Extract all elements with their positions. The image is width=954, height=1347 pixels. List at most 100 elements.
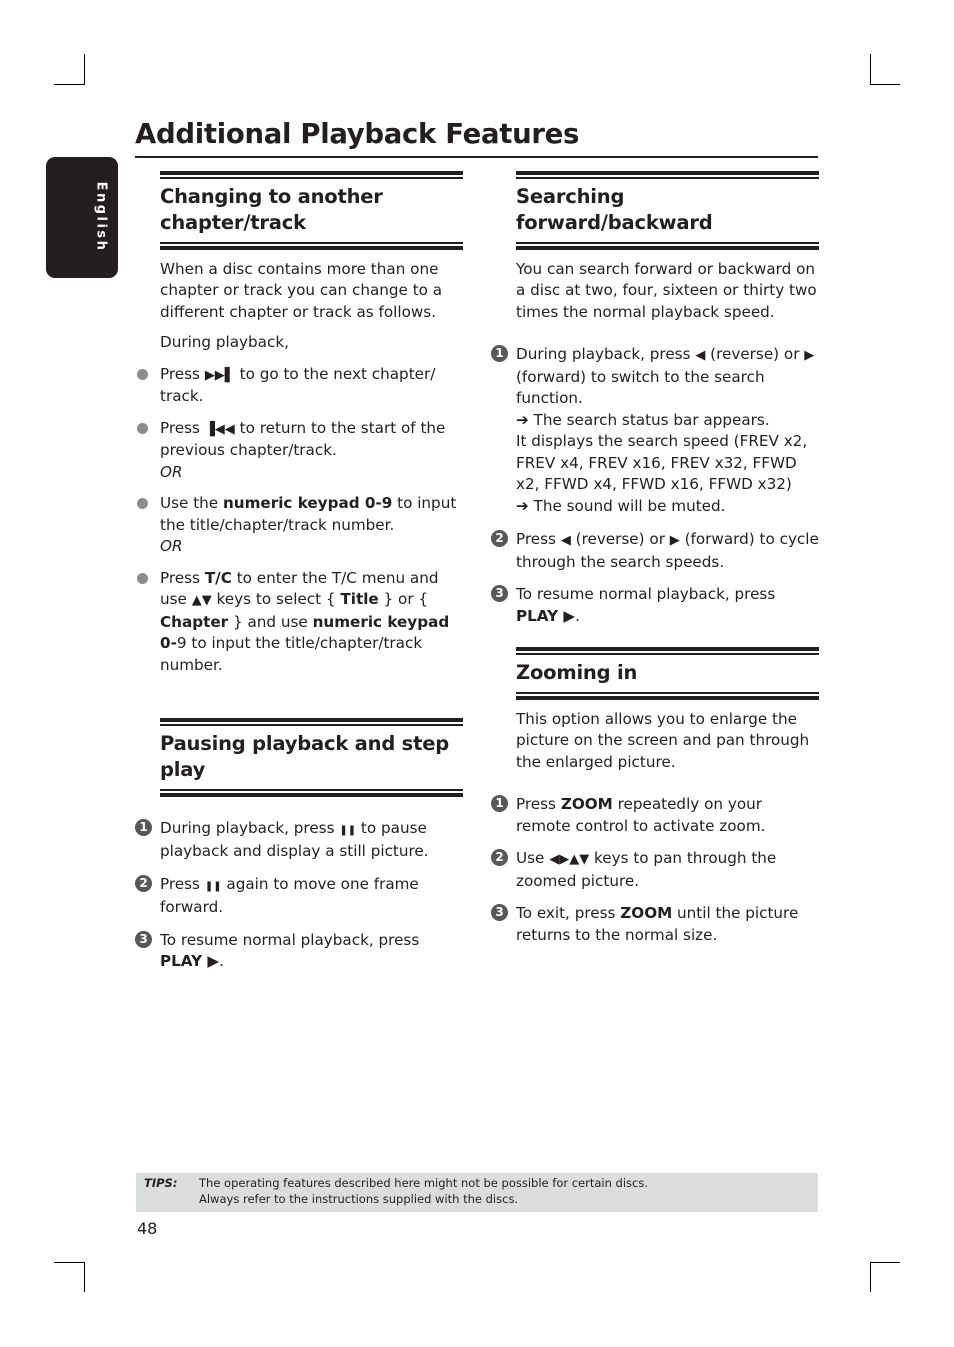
tips-box: TIPS: The operating features described h… [136, 1173, 818, 1212]
text: } or { [378, 590, 429, 608]
text: To resume normal playback, press [516, 585, 776, 603]
step-number-icon: 2 [135, 874, 152, 892]
text: Use the [160, 494, 223, 512]
step-number-icon: 3 [491, 585, 508, 602]
reverse-icon: ◀ [695, 348, 706, 363]
text: During playback, press [516, 345, 696, 363]
section-title-line: chapter/track [160, 211, 306, 234]
text: Use [516, 849, 550, 867]
step-number-icon: 1 [135, 818, 152, 836]
title-underline [135, 156, 818, 158]
zoom-key-text: ZOOM [620, 904, 673, 922]
header-rule-thick [516, 245, 819, 250]
step-number-icon: 1 [491, 795, 508, 812]
bullet-item: Press ▶▶▌ to go to the next chapter/ tra… [137, 364, 463, 408]
section-zooming: Zooming in This option allows you to enl… [491, 647, 819, 946]
result-text: ➔ The search status bar appears. [516, 410, 770, 429]
text: Press [516, 795, 561, 813]
text: Press [160, 418, 205, 437]
section-header: Pausing playback and step play [160, 718, 463, 797]
next-chapter-icon: ▶▶▌ [204, 367, 235, 383]
pause-icon: ❚❚ [339, 824, 357, 836]
tips-line: The operating features described here mi… [199, 1176, 649, 1190]
reverse-icon: ◀ [560, 533, 571, 548]
up-down-arrows-icon: ▲▼ [191, 593, 212, 608]
text: } and use [228, 612, 313, 631]
text: During playback, press [160, 818, 340, 837]
step-number-icon: 3 [135, 930, 152, 948]
text: Press [516, 530, 561, 548]
bold-text: Chapter [160, 612, 229, 631]
language-tab-label: English [93, 181, 109, 253]
section-pausing: Pausing playback and step play 1 During … [135, 718, 463, 973]
intro-text: This option allows you to enlarge the pi… [516, 709, 810, 771]
result-text: ➔ The sound will be muted. [516, 496, 726, 515]
zoom-key-text: ZOOM [560, 795, 613, 813]
crop-mark-br-h [870, 1262, 900, 1263]
step-item: 3 To exit, press ZOOM until the picture … [491, 903, 819, 946]
text: To resume normal playback, press [160, 930, 420, 949]
step-number-icon: 1 [491, 345, 508, 362]
step-item: 1 During playback, press ❚❚ to pause pla… [135, 818, 463, 863]
or-text: OR [160, 537, 183, 555]
text: (reverse) or [705, 345, 805, 363]
header-rule-thick [516, 695, 819, 700]
section-changing-chapter: Changing to another chapter/track When a… [137, 171, 463, 677]
bullet-dot-icon [137, 368, 148, 380]
direction-arrows-icon: ◀▶▲▼ [549, 852, 590, 867]
text: To exit, press [516, 904, 621, 922]
previous-chapter-icon: ▐◀◀ [204, 421, 235, 437]
bullet-item: Use the numeric keypad 0-9 to input the … [137, 493, 463, 558]
intro-text: When a disc contains more than one chapt… [160, 259, 443, 321]
text: . [575, 606, 580, 625]
page-number: 48 [137, 1219, 158, 1238]
bullet-dot-icon [137, 422, 148, 434]
section-searching: Searching forward/backward You can searc… [491, 171, 819, 627]
play-key-text: PLAY ▶ [516, 606, 576, 625]
forward-icon: ▶ [804, 348, 815, 363]
bold-text: numeric keypad 0-9 [222, 494, 393, 512]
crop-mark-tr-h [870, 84, 900, 85]
bullet-dot-icon [137, 572, 148, 584]
text: keys to select { [211, 590, 341, 608]
step-item: 2 Press ❚❚ again to move one frame forwa… [135, 874, 463, 919]
section-title-line: Pausing playback and step [160, 732, 449, 755]
step-item: 2 Use ◀▶▲▼ keys to pan through the zoome… [491, 848, 819, 892]
bullet-dot-icon [137, 498, 148, 509]
text: Press [160, 874, 205, 893]
text: Press [160, 568, 205, 587]
section-header: Changing to another chapter/track [160, 171, 463, 250]
tips-label: TIPS: [144, 1176, 178, 1190]
crop-mark-bl-h [54, 1262, 85, 1263]
section-title: Searching forward/backward [516, 185, 713, 234]
or-text: OR [160, 462, 183, 481]
step-item: 1 Press ZOOM repeatedly on your remote c… [491, 794, 819, 837]
section-title: Changing to another chapter/track [160, 179, 463, 242]
section-title-line: Changing to another [160, 185, 383, 208]
header-rule-thick [160, 245, 463, 250]
bullet-item: Press ▐◀◀ to return to the start of the … [137, 418, 463, 484]
intro-text: You can search forward or backward on a … [516, 259, 817, 321]
lead-text: During playback, [160, 333, 289, 351]
section-header: Searching forward/backward [516, 171, 819, 250]
page-title: Additional Playback Features [135, 118, 580, 150]
text: 9 to input the title/chapter/track numbe… [160, 634, 423, 674]
section-title: Zooming in [516, 661, 638, 684]
bullet-item: Press T/C to enter the T/C menu and use … [137, 568, 463, 677]
section-title: Pausing playback and step play [160, 726, 463, 789]
tips-line: Always refer to the instructions supplie… [199, 1192, 519, 1206]
detail-text: It displays the search speed (FREV x2, F… [516, 432, 808, 493]
crop-mark-tr-v [870, 54, 871, 85]
crop-mark-tl-h [54, 84, 85, 85]
step-item: 3 To resume normal playback, press PLAY … [135, 930, 463, 973]
play-key-text: PLAY ▶ [160, 952, 220, 970]
crop-mark-bl-v [84, 1262, 85, 1292]
text: Press [160, 364, 205, 383]
forward-icon: ▶ [669, 533, 680, 548]
step-number-icon: 2 [491, 530, 508, 547]
crop-mark-tl-v [84, 54, 85, 85]
text: (forward) to switch to the search functi… [516, 367, 765, 408]
step-item: 1 During playback, press ◀ (reverse) or … [491, 344, 819, 517]
crop-mark-br-v [870, 1262, 871, 1292]
step-number-icon: 3 [491, 904, 508, 921]
